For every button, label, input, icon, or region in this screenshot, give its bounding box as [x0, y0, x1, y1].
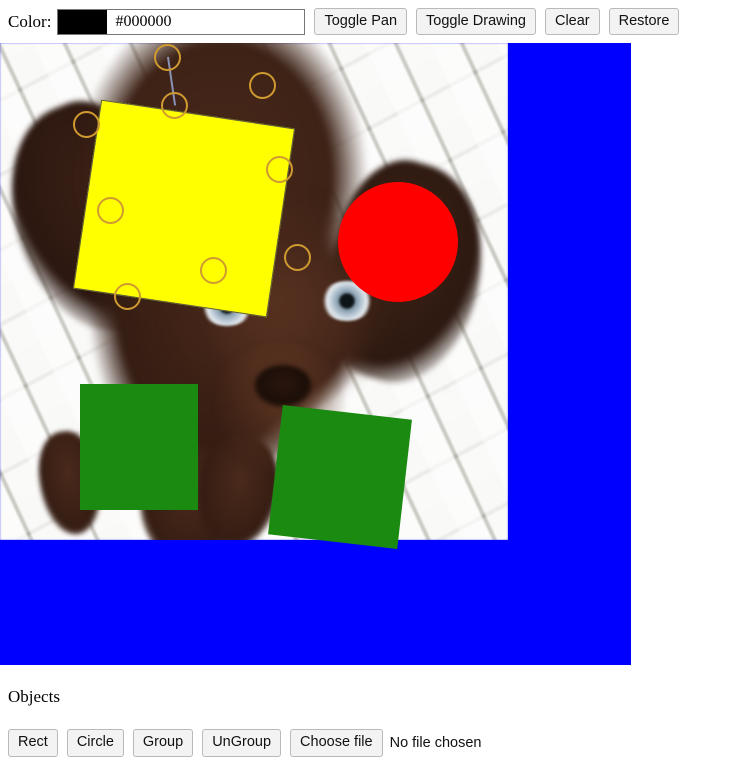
toggle-drawing-button[interactable]: Toggle Drawing: [416, 7, 536, 36]
handle-bottom-left[interactable]: [113, 282, 141, 310]
shape-circle-red[interactable]: [338, 182, 458, 302]
handle-top-left[interactable]: [72, 110, 100, 138]
color-label: Color:: [8, 11, 52, 31]
toggle-pan-button[interactable]: Toggle Pan: [314, 7, 408, 36]
objects-heading: Objects: [8, 687, 60, 706]
color-input-group[interactable]: #000000: [57, 8, 306, 35]
clear-button[interactable]: Clear: [544, 7, 600, 36]
color-swatch[interactable]: [58, 9, 108, 34]
drawing-canvas[interactable]: [0, 43, 631, 665]
handle-bottom-center[interactable]: [199, 256, 227, 284]
circle-button[interactable]: Circle: [66, 729, 124, 757]
group-button[interactable]: Group: [132, 729, 194, 757]
handle-top-right[interactable]: [248, 71, 276, 99]
file-status-text: No file chosen: [389, 734, 482, 751]
handle-top-center[interactable]: [160, 91, 188, 119]
file-input[interactable]: Choose file No file chosen: [290, 729, 481, 757]
restore-button[interactable]: Restore: [608, 7, 680, 36]
shape-rect-green-1[interactable]: [80, 384, 198, 510]
objects-toolbar: Rect Circle Group UnGroup Choose file No…: [8, 729, 481, 757]
color-hex-input[interactable]: #000000: [107, 9, 305, 34]
shape-rect-green-2[interactable]: [268, 405, 412, 549]
rect-button[interactable]: Rect: [8, 729, 58, 757]
top-toolbar: Color: #000000 Toggle Pan Toggle Drawing…: [0, 0, 729, 43]
handle-middle-left[interactable]: [96, 196, 124, 224]
handle-bottom-right[interactable]: [283, 243, 311, 271]
ungroup-button[interactable]: UnGroup: [202, 729, 282, 757]
dog-nose: [254, 365, 312, 407]
handle-rotate[interactable]: [153, 43, 181, 71]
choose-file-button[interactable]: Choose file: [290, 729, 383, 757]
handle-middle-right[interactable]: [265, 155, 293, 183]
